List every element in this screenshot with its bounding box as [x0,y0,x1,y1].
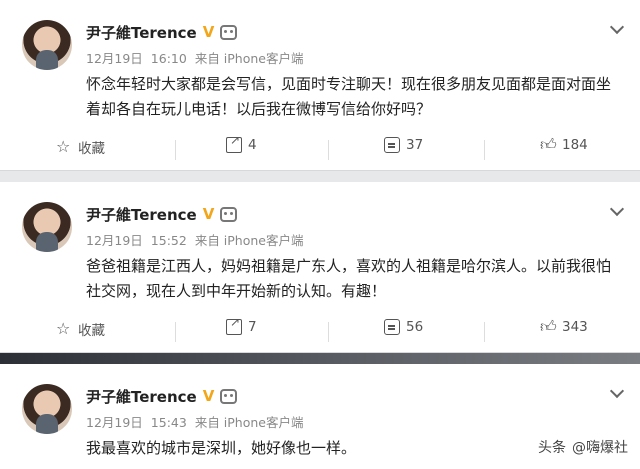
divider [484,140,485,160]
star-icon: ☆ [56,319,71,338]
action-bar: ☆ 收藏 7 56 👍︎ 343 [0,315,640,347]
action-bar: ☆ 收藏 4 37 👍︎ 184 [0,133,640,165]
like-button[interactable]: 👍︎ 343 [540,317,588,336]
author-name[interactable]: 尹子維Terence [86,386,197,407]
like-count: 184 [562,137,588,153]
like-count: 343 [562,319,588,335]
share-icon [226,133,242,153]
avatar[interactable] [22,20,72,70]
post-separator [0,352,640,364]
divider [175,140,176,160]
thumbs-up-icon: 👍︎ [540,135,557,154]
post-meta: 12月19日 16:10 来自 iPhone客户端 [86,48,307,67]
chevron-down-icon[interactable] [609,201,625,217]
comment-icon [384,319,400,335]
post-text: 爸爸祖籍是江西人，妈妈祖籍是广东人，喜欢的人祖籍是哈尔滨人。以前我很怕社交网，现… [86,257,612,300]
favorite-label: 收藏 [78,323,105,339]
comment-count: 37 [406,137,424,153]
watermark-account: @嗨爆社 [572,440,628,456]
post-date: 12月19日 [86,233,143,248]
divider [484,322,485,342]
weibo-post: 尹子維Terence V 12月19日 16:10 来自 iPhone客户端 怀… [0,0,640,170]
post-text: 怀念年轻时大家都是会写信，见面时专注聊天！现在很多朋友见面都是面对面坐着却各自在… [86,75,612,118]
post-time[interactable]: 16:10 [151,51,187,66]
divider [328,140,329,160]
repost-count: 7 [248,319,257,335]
star-icon: ☆ [56,137,71,156]
post-source: 来自 iPhone客户端 [194,51,304,66]
watermark-brand: 头条 [538,440,566,456]
share-icon [226,315,242,335]
author-name[interactable]: 尹子維Terence [86,204,197,225]
avatar[interactable] [22,202,72,252]
verified-badge-icon: V [202,23,215,41]
post-meta: 12月19日 15:43 来自 iPhone客户端 [86,412,307,431]
verified-badge-icon: V [202,205,215,223]
comment-button[interactable]: 56 [384,319,423,335]
favorite-button[interactable]: ☆ 收藏 [56,319,105,340]
divider [175,322,176,342]
author-row: 尹子維Terence V [86,204,238,225]
post-time[interactable]: 15:43 [151,415,187,430]
robot-badge-icon [220,25,238,40]
repost-button[interactable]: 7 [226,315,257,335]
post-meta: 12月19日 15:52 来自 iPhone客户端 [86,230,307,249]
repost-button[interactable]: 4 [226,133,257,153]
like-button[interactable]: 👍︎ 184 [540,135,588,154]
post-separator [0,170,640,182]
post-date: 12月19日 [86,415,143,430]
author-name[interactable]: 尹子維Terence [86,22,197,43]
favorite-button[interactable]: ☆ 收藏 [56,137,105,158]
chevron-down-icon[interactable] [609,383,625,399]
chevron-down-icon[interactable] [609,19,625,35]
avatar[interactable] [22,384,72,434]
verified-badge-icon: V [202,387,215,405]
author-row: 尹子維Terence V [86,386,238,407]
watermark: 头条 @嗨爆社 [538,437,628,457]
weibo-post: 尹子維Terence V 12月19日 15:52 来自 iPhone客户端 爸… [0,182,640,352]
comment-button[interactable]: 37 [384,137,423,153]
author-row: 尹子維Terence V [86,22,238,43]
robot-badge-icon [220,207,238,222]
post-source: 来自 iPhone客户端 [194,233,304,248]
comment-count: 56 [406,319,424,335]
repost-count: 4 [248,137,257,153]
favorite-label: 收藏 [78,141,105,157]
post-time[interactable]: 15:52 [151,233,187,248]
post-date: 12月19日 [86,51,143,66]
divider [328,322,329,342]
comment-icon [384,137,400,153]
post-source: 来自 iPhone客户端 [194,415,304,430]
robot-badge-icon [220,389,238,404]
thumbs-up-icon: 👍︎ [540,317,557,336]
